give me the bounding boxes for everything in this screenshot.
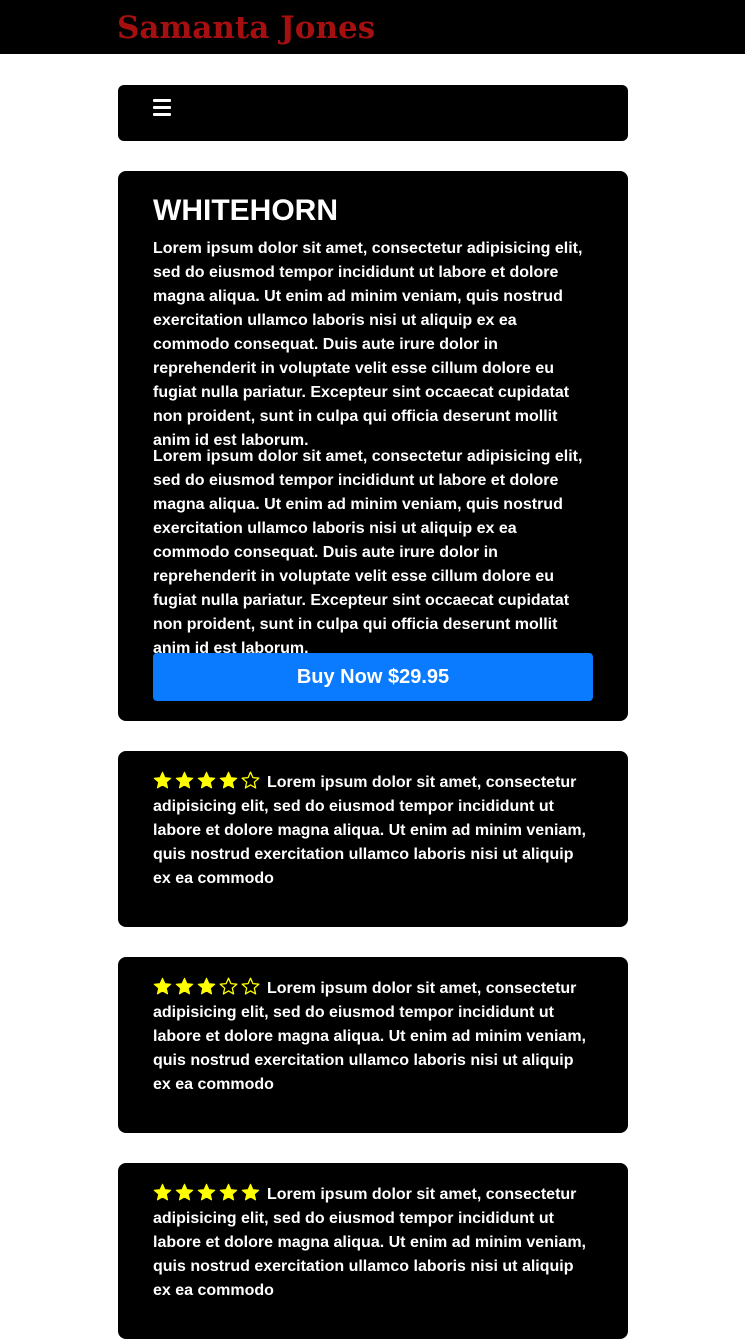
star-filled-icon (219, 1183, 238, 1201)
review-body: Lorem ipsum dolor sit amet, consectetur … (153, 977, 593, 1097)
product-card: WHITEHORN Lorem ipsum dolor sit amet, co… (118, 171, 628, 721)
navigation-bar (118, 85, 628, 141)
star-rating (153, 1183, 263, 1207)
star-filled-icon (153, 771, 172, 789)
review-body: Lorem ipsum dolor sit amet, consectetur … (153, 1183, 593, 1303)
star-rating (153, 771, 263, 795)
star-filled-icon (175, 1183, 194, 1201)
star-filled-icon (153, 1183, 172, 1201)
star-filled-icon (153, 977, 172, 995)
site-brand-title[interactable]: Samanta Jones (117, 8, 375, 48)
review-card: Lorem ipsum dolor sit amet, consectetur … (118, 751, 628, 927)
review-body: Lorem ipsum dolor sit amet, consectetur … (153, 771, 593, 891)
star-rating (153, 977, 263, 1001)
star-filled-icon (197, 1183, 216, 1201)
star-outline-icon (241, 977, 260, 995)
product-title: WHITEHORN (153, 194, 338, 227)
star-filled-icon (197, 771, 216, 789)
review-card: Lorem ipsum dolor sit amet, consectetur … (118, 957, 628, 1133)
product-description-paragraph: Lorem ipsum dolor sit amet, consectetur … (153, 240, 583, 449)
product-description-paragraph: Lorem ipsum dolor sit amet, consectetur … (153, 448, 583, 657)
star-filled-icon (197, 977, 216, 995)
star-filled-icon (241, 1183, 260, 1201)
star-filled-icon (175, 771, 194, 789)
buy-now-button[interactable]: Buy Now $29.95 (153, 653, 593, 701)
hamburger-menu-icon[interactable] (153, 99, 171, 117)
star-filled-icon (175, 977, 194, 995)
top-header-bar: Samanta Jones (0, 0, 745, 54)
star-filled-icon (219, 771, 238, 789)
review-card: Lorem ipsum dolor sit amet, consectetur … (118, 1163, 628, 1339)
star-outline-icon (219, 977, 238, 995)
star-outline-icon (241, 771, 260, 789)
